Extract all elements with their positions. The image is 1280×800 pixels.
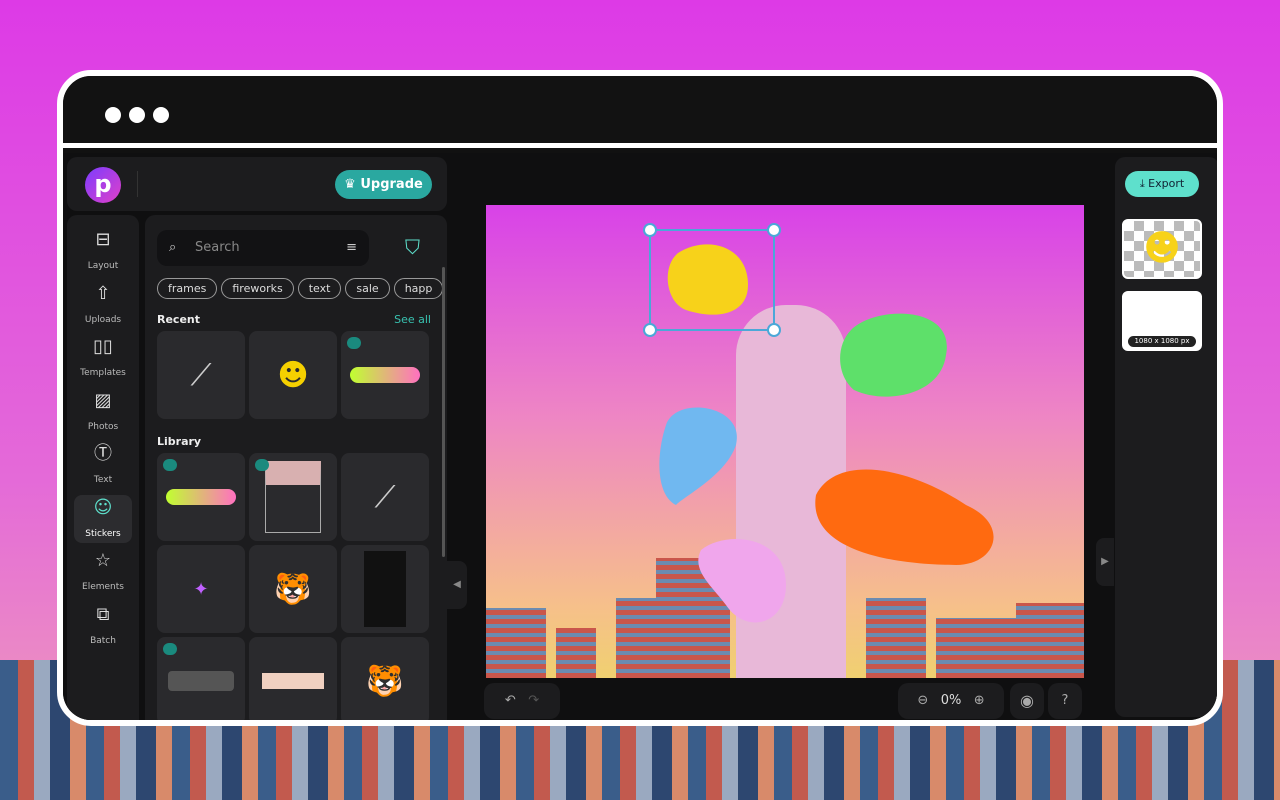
sticker-friday-tag[interactable] [249,637,337,720]
recent-title: Recent [157,313,201,326]
top-bar: p ♛ Upgrade [67,157,447,211]
resize-handle[interactable] [767,223,781,237]
collapse-panel-toggle[interactable]: ◀ [447,561,467,609]
eye-icon: ◉ [1020,691,1034,710]
window-titlebar [63,76,1217,148]
help-icon: ? [1061,693,1069,708]
sticker-ring[interactable]: ⟋ [157,331,245,419]
redo-icon[interactable]: ↷ [528,693,539,708]
library-title: Library [157,435,202,448]
stickers-panel: ⌕ Search ≡ ⛉ frames fireworks text sale happ… [145,215,447,720]
sticker-ring[interactable]: ⟋ [341,453,429,541]
crown-icon [347,337,361,349]
stickers-layer [659,244,994,623]
app-logo[interactable]: p [85,167,121,203]
recent-grid: ⟋ ☻ [157,331,429,419]
resize-handle[interactable] [643,223,657,237]
device-frame: p ♛ Upgrade ⊟ Layout ⇧ Uploads ▯▯ Templates… [57,70,1223,726]
window-dot [129,107,145,123]
chip-sale[interactable]: sale [345,278,390,299]
panel-scrollbar[interactable] [442,267,445,557]
tag-chips: frames fireworks text sale happ [157,277,447,299]
see-all-link[interactable]: See all [394,313,431,326]
image-icon: ▨ [94,389,112,411]
page-size-label: 1080 x 1080 px [1128,336,1196,347]
library-grid: ⟋ ✦ 🐯 🐯 [157,453,429,720]
window-dot [105,107,121,123]
batch-icon: ⧉ [96,603,110,625]
sticker-tiger[interactable]: 🐯 [249,545,337,633]
sidebar-item-stickers[interactable]: ☺ Stickers [74,494,132,543]
green-smiley-sticker [840,313,947,397]
window-dot [153,107,169,123]
sidebar-item-templates[interactable]: ▯▯ Templates [74,334,132,382]
crown-icon [255,459,269,471]
orange-smiley-sticker [815,469,994,565]
filter-icon[interactable]: ≡ [346,230,357,266]
collapse-pages-toggle[interactable]: ▶ [1096,538,1114,586]
blue-smiley-sticker [659,407,737,505]
page-thumbnail-1[interactable]: ☻ [1122,219,1202,279]
history-controls: ↶ ↷ [484,683,560,719]
undo-icon[interactable]: ↶ [505,693,516,708]
sticker-icon: ☺ [93,496,113,518]
layout-icon: ⊟ [95,229,111,250]
sticker-friday-neon[interactable]: ✦ [157,545,245,633]
sticker-gradient-blob[interactable] [341,331,429,419]
chip-frames[interactable]: frames [157,278,218,299]
bookmark-icon[interactable]: ⛉ [405,235,420,259]
sidebar-rail: ⊟ Layout ⇧ Uploads ▯▯ Templates ▨ Photos Ⓣ Te… [67,215,139,720]
page-thumbnail-2[interactable]: 1080 x 1080 px [1122,291,1202,351]
sticker-frame[interactable] [249,453,337,541]
crown-icon: ♛ [344,177,361,192]
download-icon: ⤓ [1139,177,1149,190]
sticker-flowers[interactable] [157,637,245,720]
search-input[interactable]: ⌕ Search ≡ [157,230,369,266]
zoom-in-icon[interactable]: ⊕ [974,693,985,708]
sticker-smiley[interactable]: ☻ [249,331,337,419]
design-canvas[interactable] [486,205,1084,678]
upload-icon: ⇧ [95,282,111,304]
selection-box[interactable] [643,223,781,337]
sidebar-item-uploads[interactable]: ⇧ Uploads [74,281,132,329]
sidebar-item-layout[interactable]: ⊟ Layout [74,227,132,275]
resize-handle[interactable] [767,323,781,337]
sidebar-item-text[interactable]: Ⓣ Text [74,441,132,489]
sticker-dark-card[interactable] [341,545,429,633]
book-icon: ▯▯ [93,336,113,357]
export-button[interactable]: ⤓ Export [1125,171,1199,197]
chip-fireworks[interactable]: fireworks [221,278,294,299]
zoom-controls: ⊖ 0% ⊕ [898,683,1004,719]
editor-app: p ♛ Upgrade ⊟ Layout ⇧ Uploads ▯▯ Templates… [63,153,1217,720]
sidebar-item-elements[interactable]: ☆ Elements [74,548,132,596]
search-icon: ⌕ [169,240,177,255]
crown-icon [163,459,177,471]
zoom-out-icon[interactable]: ⊖ [917,693,928,708]
pages-panel: ⤓ Export ☻ 1080 x 1080 px [1115,157,1217,717]
chip-text[interactable]: text [297,278,342,299]
sticker-gradient-blob[interactable] [157,453,245,541]
sticker-tiger-flower[interactable]: 🐯 [341,637,429,720]
sidebar-item-batch[interactable]: ⧉ Batch [74,602,132,650]
resize-handle[interactable] [643,323,657,337]
crown-icon [163,643,177,655]
sidebar-item-photos[interactable]: ▨ Photos [74,388,132,436]
preview-button[interactable]: ◉ [1010,683,1044,719]
zoom-level: 0% [940,693,962,708]
text-icon: Ⓣ [94,443,112,464]
chip-happy[interactable]: happ [393,278,444,299]
pink-smiley-sticker [698,539,786,623]
upgrade-button[interactable]: ♛ Upgrade [335,170,432,199]
star-icon: ☆ [94,550,112,571]
help-button[interactable]: ? [1048,683,1082,719]
